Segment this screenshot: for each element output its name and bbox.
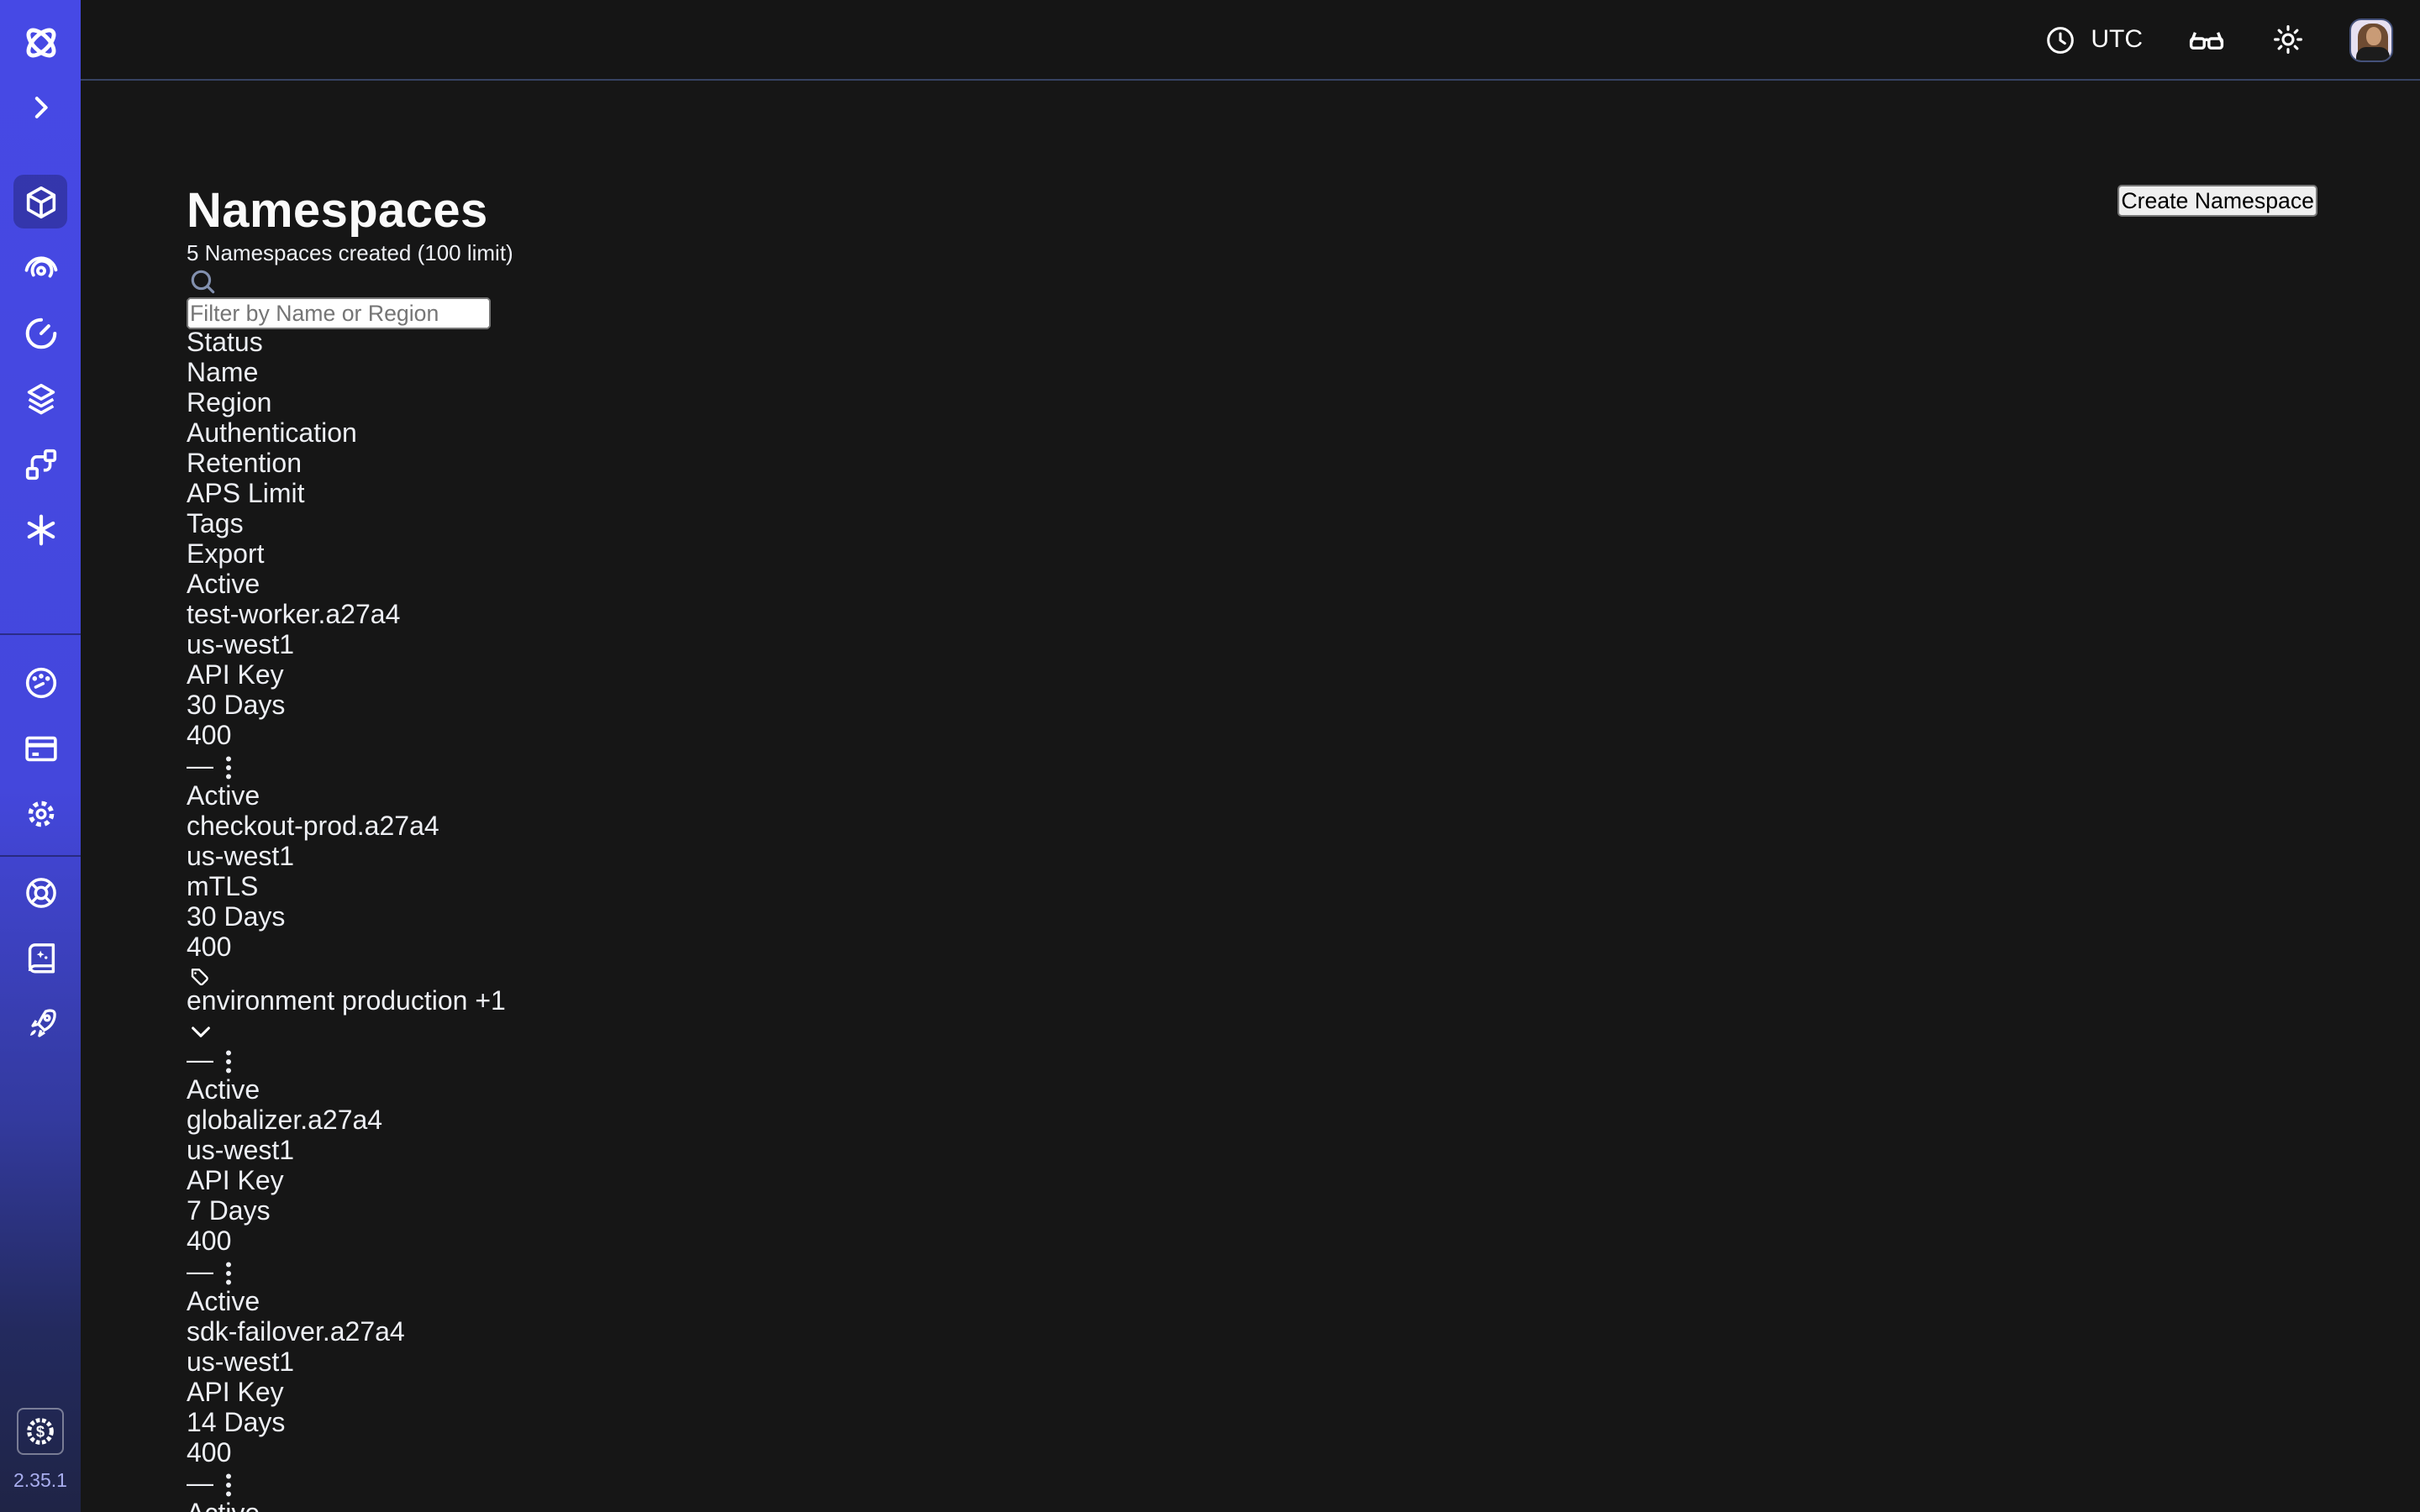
sidebar-item-nexus[interactable]	[13, 437, 67, 491]
auth-cell: API Key	[187, 662, 2317, 692]
row-actions-kebab-icon[interactable]	[213, 1258, 244, 1289]
table-header-row: Status Name Region Authentication Retent…	[187, 329, 2317, 571]
row-actions-kebab-icon[interactable]	[213, 1470, 244, 1500]
status-badge: Active	[187, 783, 260, 811]
column-header-auth: Authentication	[187, 420, 2317, 450]
tag-icon	[187, 964, 210, 988]
sidebar-item-settings[interactable]	[13, 786, 67, 840]
auth-cell: API Key	[187, 1379, 2317, 1410]
column-header-region: Region	[187, 390, 2317, 420]
sidebar-item-billing[interactable]	[13, 721, 67, 774]
page-title: Namespaces	[187, 185, 513, 240]
region-label: us-west1	[187, 1137, 294, 1166]
auth-cell: API Key	[187, 1168, 2317, 1198]
column-header-name: Name	[187, 360, 2317, 390]
sidebar-item-docs[interactable]	[13, 931, 67, 984]
tags-expand-chevron-icon[interactable]	[187, 1018, 215, 1047]
column-header-aps: APS Limit	[187, 480, 2317, 511]
filter-input-wrapper[interactable]	[187, 265, 2317, 329]
aps-cell: 400	[187, 1440, 2317, 1470]
table-row[interactable]: Active sdk-failover.a27a4 us-west1 API K…	[187, 1289, 2317, 1500]
pricing-seal-button[interactable]: $	[17, 1408, 64, 1455]
svg-text:$: $	[36, 1423, 45, 1441]
namespace-link[interactable]: checkout-prod.a27a4	[187, 813, 439, 842]
status-badge: Active	[187, 1077, 260, 1105]
sidebar-item-support[interactable]	[13, 865, 67, 919]
column-header-retention: Retention	[187, 450, 2317, 480]
status-badge: Active	[187, 571, 260, 600]
retention-cell: 7 Days	[187, 1198, 2317, 1228]
sidebar-divider	[0, 633, 81, 635]
ui-version-label: 2.35.1	[13, 1472, 67, 1492]
export-cell: —	[187, 1470, 213, 1500]
row-actions-kebab-icon[interactable]	[213, 753, 244, 783]
column-header-status: Status	[187, 329, 2317, 360]
export-cell: —	[187, 1047, 213, 1077]
clock-icon	[2044, 23, 2077, 56]
region-label: us-west1	[187, 1349, 294, 1378]
region-label: us-west1	[187, 843, 294, 872]
timezone-selector[interactable]: UTC	[2044, 23, 2143, 56]
table-row[interactable]: Active globalizer.a27a4 us-west1 API Key…	[187, 1077, 2317, 1289]
light-mode-sun-icon[interactable]	[2270, 22, 2306, 57]
filter-input[interactable]	[187, 297, 491, 329]
sidebar-expand-chevron-icon[interactable]	[13, 81, 67, 134]
export-cell: —	[187, 753, 213, 783]
search-icon	[187, 265, 2317, 297]
table-row[interactable]: Active quickstart-workflows.a27a4 us-wes…	[187, 1500, 2317, 1512]
export-cell: —	[187, 1258, 213, 1289]
sidebar-item-batch[interactable]	[13, 371, 67, 425]
sidebar-item-schedules[interactable]	[13, 306, 67, 360]
aps-cell: 400	[187, 722, 2317, 753]
create-namespace-button[interactable]: Create Namespace	[2118, 185, 2317, 217]
namespaces-table: Status Name Region Authentication Retent…	[187, 329, 2317, 1512]
status-badge: Active	[187, 1500, 260, 1512]
tag-value: production	[342, 988, 467, 1016]
sidebar-item-monitor[interactable]	[13, 240, 67, 294]
retention-cell: 14 Days	[187, 1410, 2317, 1440]
user-avatar[interactable]	[2349, 18, 2393, 61]
timezone-label: UTC	[2091, 25, 2143, 54]
table-body: Active test-worker.a27a4 us-west1 API Ke…	[187, 571, 2317, 1512]
namespace-link[interactable]: globalizer.a27a4	[187, 1107, 382, 1136]
region-label: us-west1	[187, 632, 294, 660]
sidebar-item-usage[interactable]	[13, 655, 67, 709]
tag-key: environment	[187, 988, 334, 1016]
reader-glasses-icon[interactable]	[2186, 19, 2227, 60]
status-badge: Active	[187, 1289, 260, 1317]
app-root: $ 2.35.1 UTC	[0, 0, 2420, 1512]
sidebar-item-namespaces[interactable]	[13, 175, 67, 228]
namespace-count-subtitle: 5 Namespaces created (100 limit)	[187, 240, 513, 265]
retention-cell: 30 Days	[187, 904, 2317, 934]
temporal-logo-icon[interactable]	[13, 15, 67, 69]
sidebar-item-asterisk[interactable]	[13, 502, 67, 556]
aps-cell: 400	[187, 1228, 2317, 1258]
sidebar-item-getting-started[interactable]	[13, 996, 67, 1050]
auth-cell: mTLS	[187, 874, 2317, 904]
column-header-export: Export	[187, 541, 2317, 571]
table-row[interactable]: Active checkout-prod.a27a4 us-west1 mTLS…	[187, 783, 2317, 1077]
column-header-tags: Tags	[187, 511, 2317, 541]
sidebar-divider	[0, 855, 81, 857]
aps-cell: 400	[187, 934, 2317, 964]
tag-pill[interactable]: environment production	[187, 964, 2317, 1016]
row-actions-kebab-icon[interactable]	[213, 1047, 244, 1077]
namespace-link[interactable]: sdk-failover.a27a4	[187, 1319, 405, 1347]
retention-cell: 30 Days	[187, 692, 2317, 722]
sidebar: $ 2.35.1	[0, 0, 81, 1512]
tag-more-count: +1	[475, 988, 506, 1016]
table-row[interactable]: Active test-worker.a27a4 us-west1 API Ke…	[187, 571, 2317, 783]
tags-wrap: environment production +1	[187, 964, 2317, 1047]
namespace-link[interactable]: test-worker.a27a4	[187, 601, 400, 630]
main-content: Namespaces 5 Namespaces created (100 lim…	[81, 81, 2420, 1512]
topbar: UTC	[81, 0, 2420, 81]
